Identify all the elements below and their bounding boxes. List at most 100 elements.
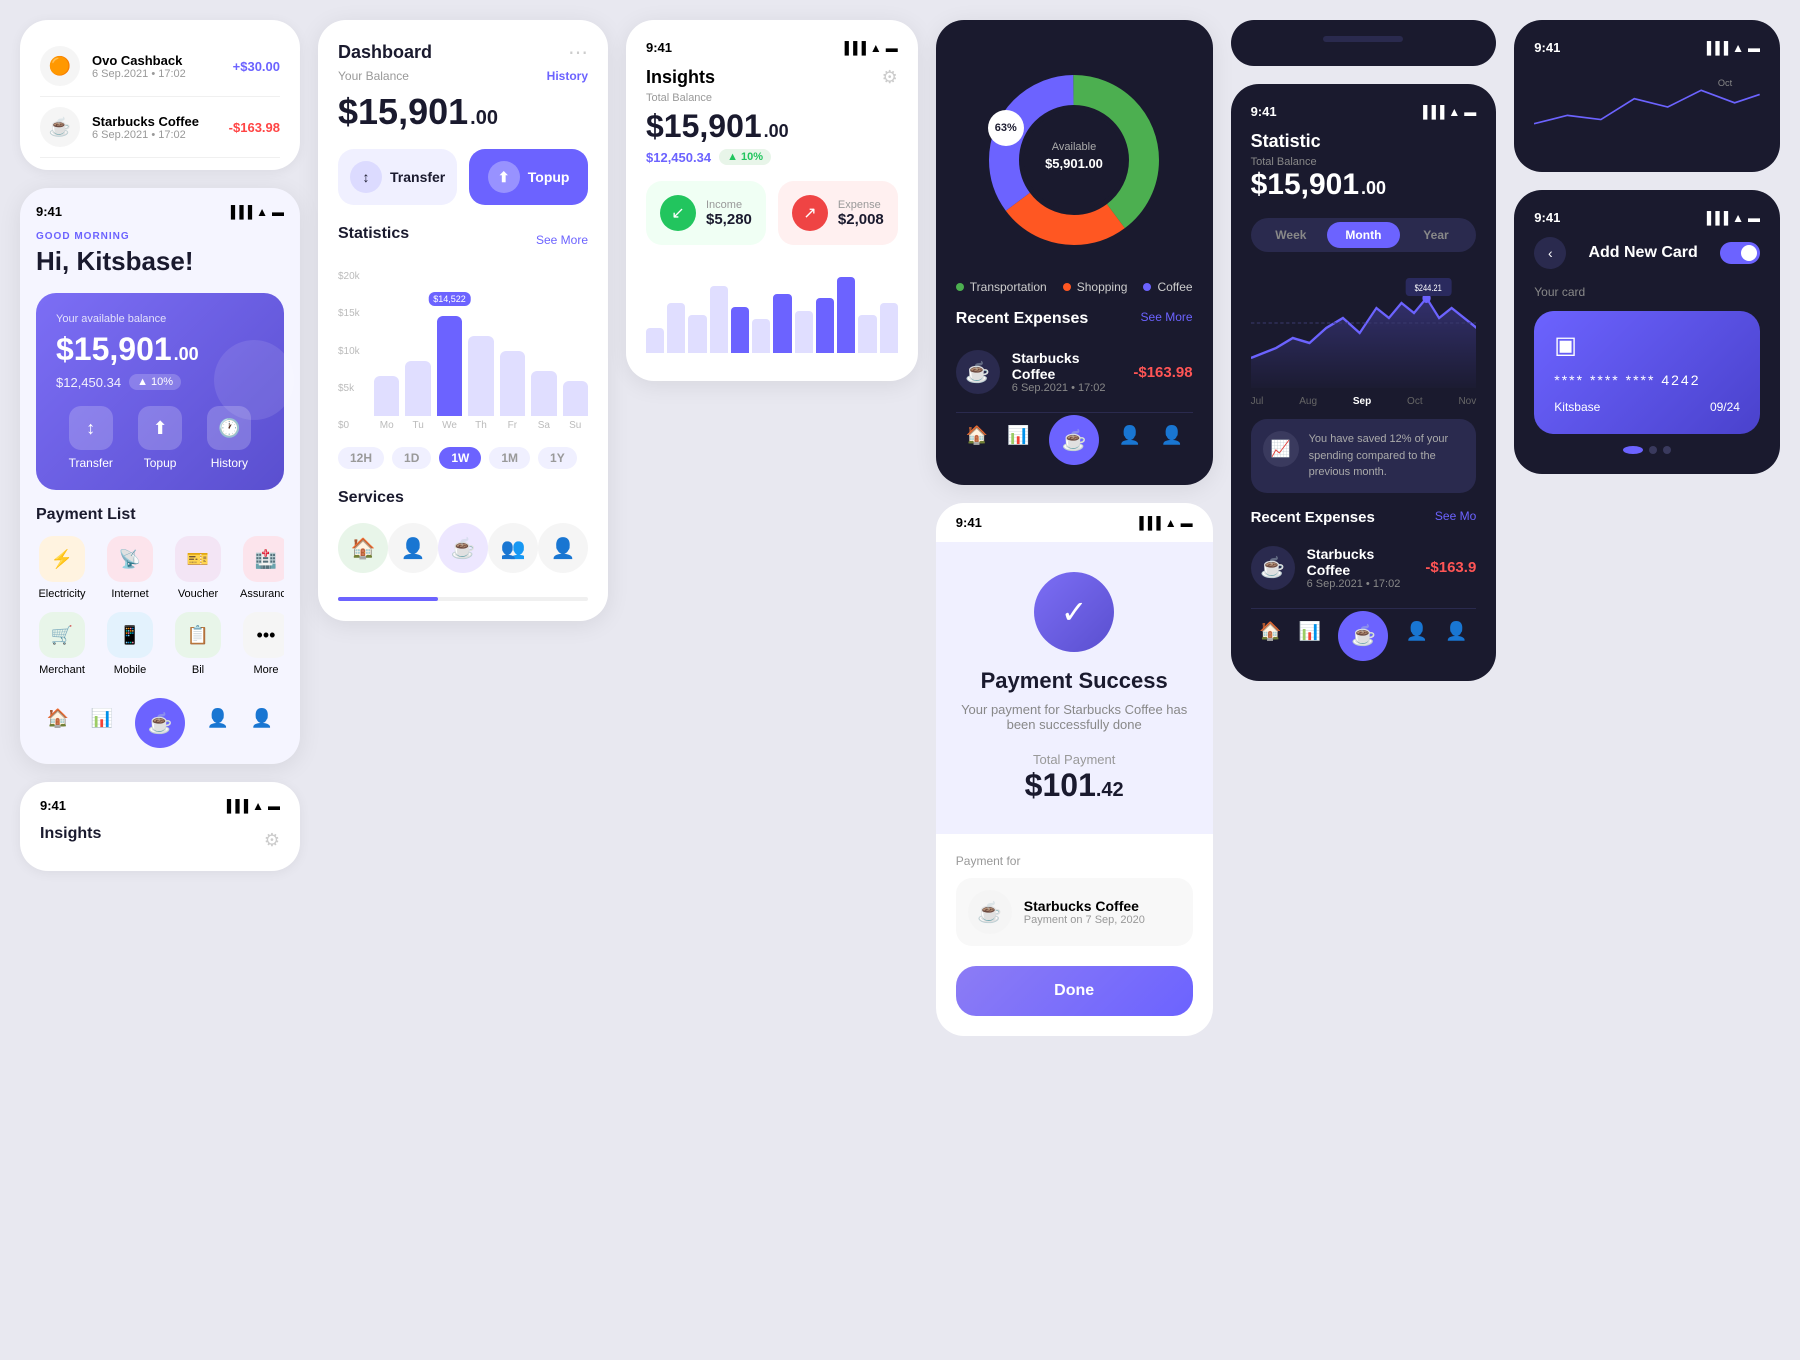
chart-bar[interactable]: $14,522 <box>437 316 462 416</box>
stat-balance-cents: .00 <box>1361 178 1386 199</box>
payment-item[interactable]: 📱 Mobile <box>104 612 156 676</box>
payment-item[interactable]: 🛒 Merchant <box>36 612 88 676</box>
balance-sub: $12,450.34 <box>56 375 121 390</box>
chart-bar[interactable] <box>500 351 525 416</box>
greeting-name: Hi, Kitsbase! <box>36 246 284 277</box>
income-value: $5,280 <box>706 211 752 228</box>
see-more-stats[interactable]: See More <box>536 233 588 247</box>
period-tabs: Week Month Year <box>1251 218 1477 252</box>
time-filter-btn[interactable]: 1Y <box>538 447 577 469</box>
balance-card: Your available balance $15,901 .00 $12,4… <box>36 293 284 490</box>
insights-main-title: Insights <box>646 67 715 88</box>
payment-item[interactable]: 📡 Internet <box>104 536 156 600</box>
user-dark-icon[interactable]: 👤 <box>1119 425 1141 465</box>
see-more-recent[interactable]: See More <box>1141 310 1193 328</box>
history-link[interactable]: History <box>547 69 588 83</box>
topup-icon: ⬆ <box>138 406 182 450</box>
i-wifi: ▲ <box>870 41 882 55</box>
dashboard-dots-icon[interactable]: ⋯ <box>568 40 588 65</box>
payment-list-title: Payment List <box>36 506 284 524</box>
mini-chart-bar <box>667 303 685 353</box>
stat-active-nav[interactable]: ☕ <box>1338 611 1388 661</box>
payment-item[interactable]: ••• More <box>240 612 284 676</box>
month-tab[interactable]: Month <box>1327 222 1400 248</box>
insights-gear-icon[interactable]: ⚙ <box>264 830 280 851</box>
stat-expense-info: Starbucks Coffee 6 Sep.2021 • 17:02 <box>1307 546 1414 590</box>
time-filter-btn[interactable]: 1D <box>392 447 431 469</box>
payment-icon: ⚡ <box>39 536 85 582</box>
transfer-btn[interactable]: ↕ Transfer <box>69 406 113 470</box>
y-label-15k: $15k <box>338 308 370 319</box>
time-filter-btn[interactable]: 1M <box>489 447 530 469</box>
time-filter-btn[interactable]: 1W <box>439 447 481 469</box>
column-5: 9:41 ▐▐▐ ▲ ▬ Statistic Total Balance $15… <box>1231 20 1497 1340</box>
chart-dark-icon[interactable]: 📊 <box>1007 425 1029 465</box>
expense-amount: -$163.98 <box>1133 364 1192 381</box>
ps-battery: ▬ <box>1181 516 1193 530</box>
legend-transportation: Transportation <box>956 280 1047 294</box>
insights-settings-icon[interactable]: ⚙ <box>882 67 898 88</box>
chart-bar[interactable] <box>374 376 399 416</box>
stat-user-icon[interactable]: 👤 <box>1406 621 1428 661</box>
done-button[interactable]: Done <box>956 966 1193 1016</box>
col6-top-statusbar: 9:41 ▐▐▐ ▲ ▬ <box>1534 40 1760 55</box>
service-icon[interactable]: 👤 <box>538 523 588 573</box>
topup-btn[interactable]: ⬆ Topup <box>138 406 182 470</box>
recent-exp-title: Recent Expenses <box>1251 509 1375 526</box>
insights-sub-balance: $12,450.34 <box>646 150 711 165</box>
chart-bar[interactable] <box>531 371 556 416</box>
service-icon[interactable]: 🏠 <box>338 523 388 573</box>
stat-profile-icon[interactable]: 👤 <box>1445 621 1467 661</box>
service-icon[interactable]: 👤 <box>388 523 438 573</box>
profile-nav-icon[interactable]: 👤 <box>251 708 273 748</box>
service-icon[interactable]: ☕ <box>438 523 488 573</box>
your-balance-label: Your Balance <box>338 69 409 83</box>
payment-item[interactable]: ⚡ Electricity <box>36 536 88 600</box>
dark-bottom-nav[interactable]: 🏠 📊 ☕ 👤 👤 <box>956 412 1193 465</box>
stat-chart-icon[interactable]: 📊 <box>1299 621 1321 661</box>
mini-chart-bar <box>795 311 813 353</box>
card-toggle[interactable] <box>1720 242 1760 264</box>
dots-indicator <box>1534 446 1760 454</box>
chart-nav-icon[interactable]: 📊 <box>91 708 113 748</box>
home-nav-icon[interactable]: 🏠 <box>47 708 69 748</box>
time-filter-btn[interactable]: 12H <box>338 447 384 469</box>
chart-bar[interactable] <box>563 381 588 416</box>
profile-dark-icon[interactable]: 👤 <box>1160 425 1182 465</box>
balance-badge: ▲ 10% <box>129 374 181 390</box>
payment-item[interactable]: 📋 Bil <box>172 612 224 676</box>
home-dark-icon[interactable]: 🏠 <box>965 425 987 465</box>
chart-bar[interactable] <box>468 336 493 416</box>
month-nov: Nov <box>1458 396 1476 407</box>
topup-action-btn[interactable]: ⬆ Topup <box>469 149 588 205</box>
total-balance-label: Total Balance <box>646 92 898 104</box>
ps-merchant-row: ☕ Starbucks Coffee Payment on 7 Sep, 202… <box>956 878 1193 946</box>
see-more-stat[interactable]: See Mo <box>1435 509 1476 526</box>
tx-logo: ☕ <box>40 107 80 147</box>
stat-bottom-nav[interactable]: 🏠 📊 ☕ 👤 👤 <box>1251 608 1477 661</box>
bar-label: Sa <box>538 420 550 431</box>
year-tab[interactable]: Year <box>1400 222 1473 248</box>
payment-label: Bil <box>192 664 204 676</box>
payment-item[interactable]: 🏥 Assurance <box>240 536 284 600</box>
payment-item[interactable]: 🎫 Voucher <box>172 536 224 600</box>
tx-date: 6 Sep.2021 • 17:02 <box>92 68 221 80</box>
s-wifi: ▲ <box>1448 105 1460 119</box>
ps-merchant-logo: ☕ <box>968 890 1012 934</box>
service-icon[interactable]: 👥 <box>488 523 538 573</box>
active-dark-nav[interactable]: ☕ <box>1049 415 1099 465</box>
insights-partial: 9:41 ▐▐▐ ▲ ▬ Insights ⚙ <box>20 782 300 871</box>
chart-bar[interactable] <box>405 361 430 416</box>
back-button[interactable]: ‹ <box>1534 237 1566 269</box>
bottom-nav[interactable]: 🏠 📊 ☕ 👤 👤 <box>36 696 284 748</box>
wallet-nav-icon[interactable]: 👤 <box>207 708 229 748</box>
stat-bal-label: Total Balance <box>1251 156 1477 168</box>
ps-merchant-name: Starbucks Coffee <box>1024 898 1145 914</box>
ps-merchant-info: Starbucks Coffee Payment on 7 Sep, 2020 <box>1024 898 1145 926</box>
week-tab[interactable]: Week <box>1255 222 1328 248</box>
transfer-action-btn[interactable]: ↕ Transfer <box>338 149 457 205</box>
active-nav-btn[interactable]: ☕ <box>135 698 185 748</box>
stat-home-icon[interactable]: 🏠 <box>1259 621 1281 661</box>
stat-expense-amount: -$163.9 <box>1425 559 1476 576</box>
bar-column: $14,522We <box>437 316 462 431</box>
